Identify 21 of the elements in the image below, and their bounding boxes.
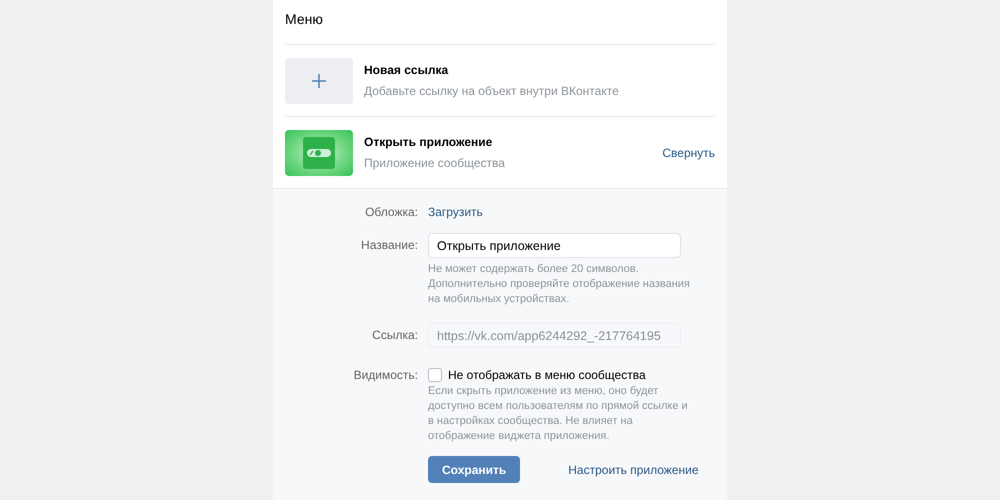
field-label: Название: [361, 237, 418, 254]
upload-link[interactable]: Загрузить [428, 205, 483, 219]
checkbox[interactable] [428, 368, 442, 382]
app-icon [303, 136, 335, 168]
name-input[interactable]: Открыть приложение [428, 233, 681, 258]
field-label: Ссылка: [372, 327, 418, 344]
field-label: Обложка: [365, 205, 418, 219]
field-hint: Не может содержать более 20 символов. Дополнительно проверяйте отображение названия на мобильных устройствах. [428, 262, 690, 307]
menu-item-title: Открыть приложение [364, 135, 492, 149]
save-button[interactable]: Сохранить [428, 456, 520, 483]
plus-icon [311, 72, 327, 88]
menu-item-description: Добавьте ссылку на объект внутри ВКонтакте [364, 84, 619, 98]
collapse-link[interactable]: Свернуть [662, 146, 715, 160]
menu-item-title: Новая ссылка [364, 63, 448, 77]
menu-item-description: Приложение сообщества [364, 156, 505, 170]
section-title: Меню [285, 11, 323, 27]
checkbox-label[interactable]: Не отображать в меню сообщества [448, 368, 646, 382]
configure-app-link[interactable]: Настроить приложение [568, 462, 698, 476]
field-label: Видимость: [354, 368, 418, 382]
field-hint: Если скрыть приложение из меню, оно будет доступно всем пользователям по прямой ссылке и в настройках сообщества. Не влияет на отображение виджета приложения. [428, 384, 689, 444]
add-link-button[interactable] [285, 58, 353, 104]
